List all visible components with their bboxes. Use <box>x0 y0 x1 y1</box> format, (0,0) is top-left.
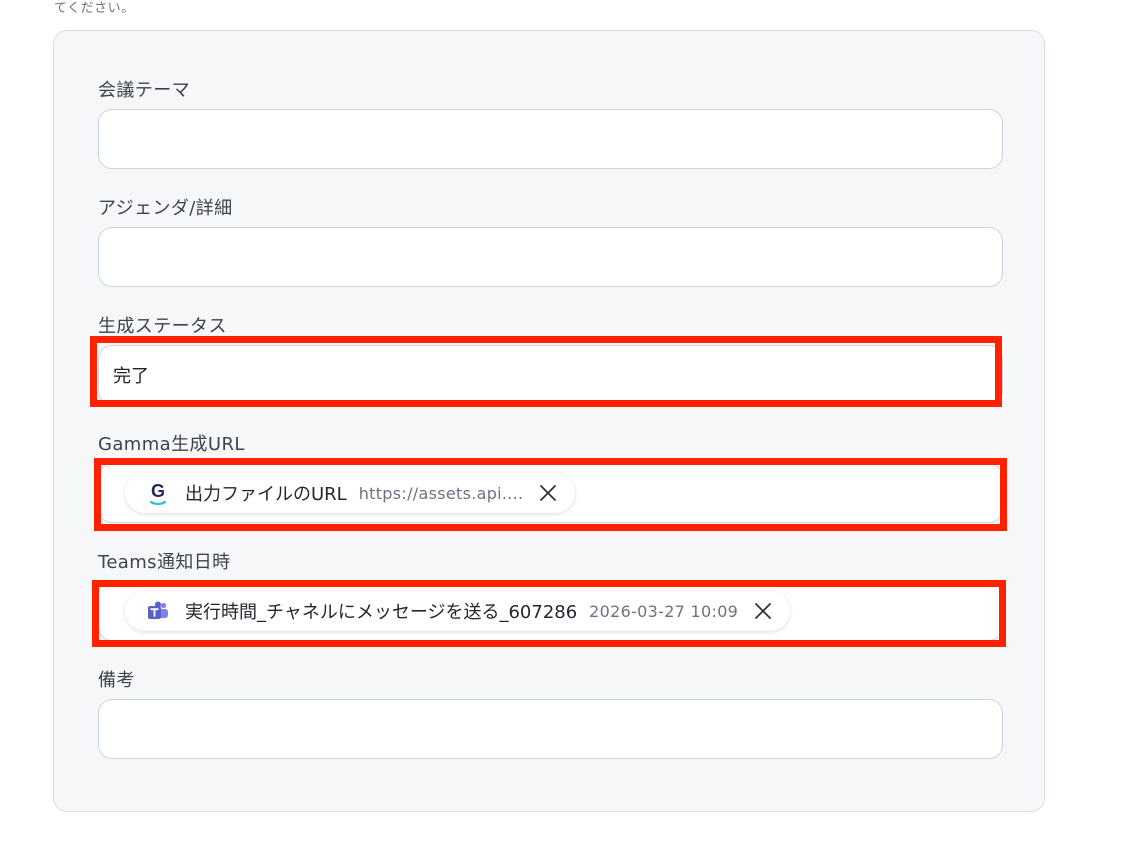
gamma-logo-icon: G <box>143 478 173 508</box>
teams-time-chip-label: 実行時間_チャネルにメッセージを送る_607286 <box>185 602 578 623</box>
gamma-url-variable-chip[interactable]: G 出力ファイルのURL https://assets.api.... <box>125 473 576 513</box>
teams-notify-time-input[interactable]: 実行時間_チャネルにメッセージを送る_607286 2026-03-27 10:… <box>98 581 1003 641</box>
gamma-url-chip-value: https://assets.api.... <box>358 483 524 503</box>
agenda-details-input[interactable] <box>98 227 1003 287</box>
meeting-theme-input[interactable] <box>98 109 1003 169</box>
close-icon[interactable] <box>752 600 774 622</box>
remarks-input[interactable] <box>98 699 1003 759</box>
svg-text:G: G <box>151 481 165 501</box>
instruction-text-fragment: てください。 <box>54 1 135 16</box>
form-panel: 会議テーマ アジェンダ/詳細 生成ステータス 完了 Gamma生成URL G 出… <box>53 30 1045 812</box>
field-label-meeting-theme: 会議テーマ <box>98 80 190 101</box>
close-icon[interactable] <box>537 482 559 504</box>
gamma-url-input[interactable]: G 出力ファイルのURL https://assets.api.... <box>98 463 1003 523</box>
field-label-agenda-details: アジェンダ/詳細 <box>98 198 233 219</box>
teams-logo-icon <box>143 596 173 626</box>
generation-status-value: 完了 <box>113 366 149 387</box>
teams-time-chip-value: 2026-03-27 10:09 <box>589 601 739 621</box>
field-label-gamma-url: Gamma生成URL <box>98 434 245 455</box>
teams-time-variable-chip[interactable]: 実行時間_チャネルにメッセージを送る_607286 2026-03-27 10:… <box>125 591 791 631</box>
field-label-remarks: 備考 <box>98 670 135 691</box>
generation-status-input[interactable]: 完了 <box>98 345 1003 405</box>
field-label-teams-notify-time: Teams通知日時 <box>98 552 231 573</box>
gamma-url-chip-label: 出力ファイルのURL <box>185 484 347 505</box>
field-label-generation-status: 生成ステータス <box>98 316 227 337</box>
